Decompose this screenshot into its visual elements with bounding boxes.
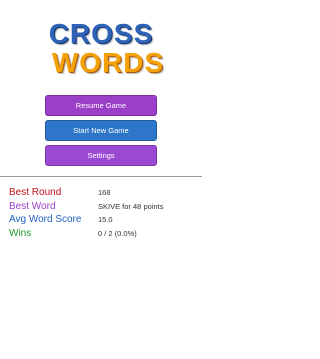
main-menu: Resume Game Start New Game Settings bbox=[45, 95, 157, 170]
stat-label-best-word: Best Word bbox=[9, 200, 56, 212]
stat-label-best-round: Best Round bbox=[9, 187, 62, 199]
stat-value-wins: 0 / 2 (0.0%) bbox=[98, 228, 137, 238]
logo-cross-text: CROSS bbox=[48, 18, 154, 49]
app-logo: CROSS WORDS bbox=[0, 20, 202, 77]
resume-game-button[interactable]: Resume Game bbox=[45, 95, 157, 116]
stat-value-avg-word-score: 15.0 bbox=[98, 215, 113, 225]
stat-row-best-round: Best Round 168 bbox=[9, 186, 199, 200]
stat-label-avg-word-score: Avg Word Score bbox=[9, 214, 82, 226]
settings-button[interactable]: Settings bbox=[45, 145, 157, 166]
stat-label-wins: Wins bbox=[9, 227, 32, 239]
stat-row-best-word: Best Word SKIVE for 48 points bbox=[9, 200, 199, 214]
stat-row-avg-word-score: Avg Word Score 15.0 bbox=[9, 213, 199, 227]
stat-row-wins: Wins 0 / 2 (0.0%) bbox=[9, 227, 199, 241]
logo-words-text: WORDS bbox=[51, 47, 165, 78]
stats-panel: Best Round 168 Best Word SKIVE for 48 po… bbox=[9, 186, 199, 240]
stat-value-best-word: SKIVE for 48 points bbox=[98, 201, 164, 211]
stat-value-best-round: 168 bbox=[98, 188, 111, 198]
start-new-game-button[interactable]: Start New Game bbox=[45, 120, 157, 141]
divider bbox=[0, 176, 202, 177]
